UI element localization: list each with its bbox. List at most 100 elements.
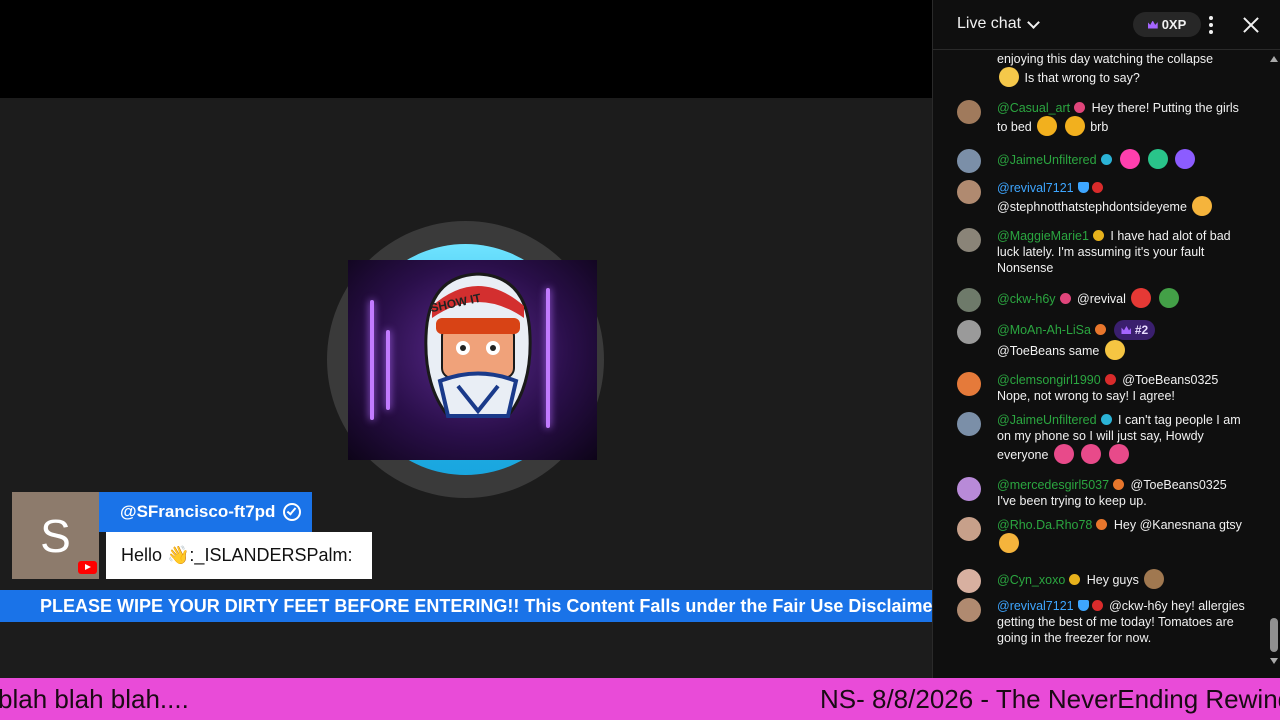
avatar-letter: S [40,509,71,562]
moderator-shield-icon [1077,182,1089,193]
avatar[interactable] [957,598,981,622]
author-name[interactable]: @Casual_art [997,101,1070,115]
author-name[interactable]: @ckw-h6y [997,292,1056,306]
avatar[interactable] [957,412,981,436]
member-badge-icon [1094,324,1106,335]
member-badge-icon [1113,479,1125,490]
member-badge-icon [1091,182,1103,193]
avatar[interactable] [957,180,981,204]
close-chat-button[interactable] [1243,17,1259,33]
grimace-emoji-icon [999,67,1019,87]
author-name[interactable]: @MoAn-Ah-LiSa [997,323,1091,337]
xp-badge[interactable]: 0XP [1133,12,1201,37]
author-name[interactable]: @mercedesgirl5037 [997,478,1109,492]
message-body: @Casual_art Hey there! Putting the girls… [997,100,1247,136]
streamer-portrait: SHOW IT [348,260,597,460]
kebab-dot-icon [1209,16,1213,20]
bottom-banner: blah blah blah.... NS- 8/8/2026 - The Ne… [0,678,1280,720]
chat-messages: enjoying this day watching the collapse … [933,50,1263,670]
message-body: @Cyn_xoxo Hey guys [997,569,1247,589]
member-badge-icon [1104,374,1116,385]
author-name[interactable]: @Rho.Da.Rho78 [997,518,1092,532]
ticker-text: PLEASE WIPE YOUR DIRTY FEET BEFORE ENTER… [40,596,932,616]
username-text: @SFrancisco-ft7pd [120,502,276,521]
more-options-button[interactable] [1209,16,1213,34]
message-body: @revival7121 @stephnotthatstephdontsidey… [997,180,1247,216]
video-player[interactable]: SHOW IT S @SFrancisco-ft7pd Hello 👋:_ISL… [0,0,932,678]
verified-check-icon [283,503,302,521]
member-badge-icon [1092,230,1104,241]
author-name[interactable]: @Cyn_xoxo [997,573,1065,587]
scrolling-ticker: PLEASE WIPE YOUR DIRTY FEET BEFORE ENTER… [0,590,932,622]
author-name[interactable]: @revival7121 [997,181,1074,195]
lower-third-username: @SFrancisco-ft7pd [99,492,312,532]
member-badge-icon [1100,414,1112,425]
neon-bar-left [370,300,374,420]
message-text: @revival [1077,292,1126,306]
cat-emoji-icon [1037,116,1058,136]
message-text-tail: brb [1090,120,1109,134]
message-body: @clemsongirl1990 @ToeBeans0325 Nope, not… [997,372,1247,404]
message-body: @mercedesgirl5037 @ToeBeans0325 I've bee… [997,477,1247,509]
member-badge-icon [1059,293,1071,304]
waving-hand-emoji-icon [1053,444,1074,464]
member-badge-icon [1074,102,1086,113]
lower-third-message: Hello 👋:_ISLANDERSPalm: [106,532,372,579]
message-body: @Rho.Da.Rho78 Hey @Kanesnana gtsy [997,517,1247,553]
chat-scrollbar[interactable] [1269,54,1279,666]
crown-icon [1147,20,1158,29]
message-text-tail: Is that wrong to say? [1024,71,1140,85]
author-name[interactable]: @MaggieMarie1 [997,229,1089,243]
member-badge-icon [1100,154,1112,165]
kebab-dot-icon [1209,23,1213,27]
message-body: @ckw-h6y @revival [997,288,1247,308]
author-name[interactable]: @revival7121 [997,599,1074,613]
avatar[interactable] [957,569,981,593]
author-name[interactable]: @clemsongirl1990 [997,373,1101,387]
avatar[interactable] [957,517,981,541]
avatar[interactable] [957,320,981,344]
message-body: @JaimeUnfiltered [997,149,1247,169]
avatar[interactable] [957,100,981,124]
neon-bar-right [546,288,550,428]
custom-emoji-icon [1120,149,1141,169]
avatar[interactable] [957,149,981,173]
message-text: @ToeBeans same [997,344,1100,358]
banner-left-text: blah blah blah.... [0,684,189,714]
author-name[interactable]: @JaimeUnfiltered [997,413,1097,427]
chevron-down-icon [1027,15,1040,29]
member-badge-icon [1091,600,1103,611]
palm-emoji-icon [1147,149,1168,169]
waving-hand-emoji-icon [1108,444,1129,464]
scroll-down-arrow-icon[interactable] [1270,658,1278,664]
chat-mode-dropdown[interactable]: Live chat [957,15,1040,33]
cool-face-emoji-icon [1104,340,1125,360]
waving-hand-emoji-icon [1081,444,1102,464]
hearts-face-emoji-icon [999,533,1019,553]
member-badge-icon [1096,519,1108,530]
cat-emoji-icon [1064,116,1085,136]
member-badge-icon [1069,574,1081,585]
hearts-face-emoji-icon [1192,196,1213,216]
rank-badge: #2 [1114,320,1156,340]
crown-icon [1121,326,1132,334]
neon-bar-left-2 [386,330,390,410]
message-body: @MoAn-Ah-LiSa #2 @ToeBeans same [997,320,1247,360]
banner-right-text: NS- 8/8/2026 - The NeverEnding Rewind [820,684,1280,714]
live-chat-panel: Live chat 0XP enjoying this day watching… [932,0,1280,678]
chat-title-text: Live chat [957,15,1022,32]
message-text: enjoying this day watching the collapse [997,52,1214,66]
scroll-up-arrow-icon[interactable] [1270,56,1278,62]
kebab-dot-icon [1209,30,1213,34]
avatar[interactable] [957,228,981,252]
avatar[interactable] [957,477,981,501]
rank-text: #2 [1134,323,1149,337]
moderator-shield-icon [1077,600,1089,611]
scrollbar-thumb[interactable] [1270,618,1278,652]
author-name[interactable]: @JaimeUnfiltered [997,153,1097,167]
waving-hand-emoji-icon [1144,569,1165,589]
avatar[interactable] [957,288,981,312]
message-text: @stephnotthatstephdontsideyeme [997,200,1187,214]
message-body: @revival7121 @ckw-h6y hey! allergies get… [997,598,1247,646]
avatar[interactable] [957,372,981,396]
